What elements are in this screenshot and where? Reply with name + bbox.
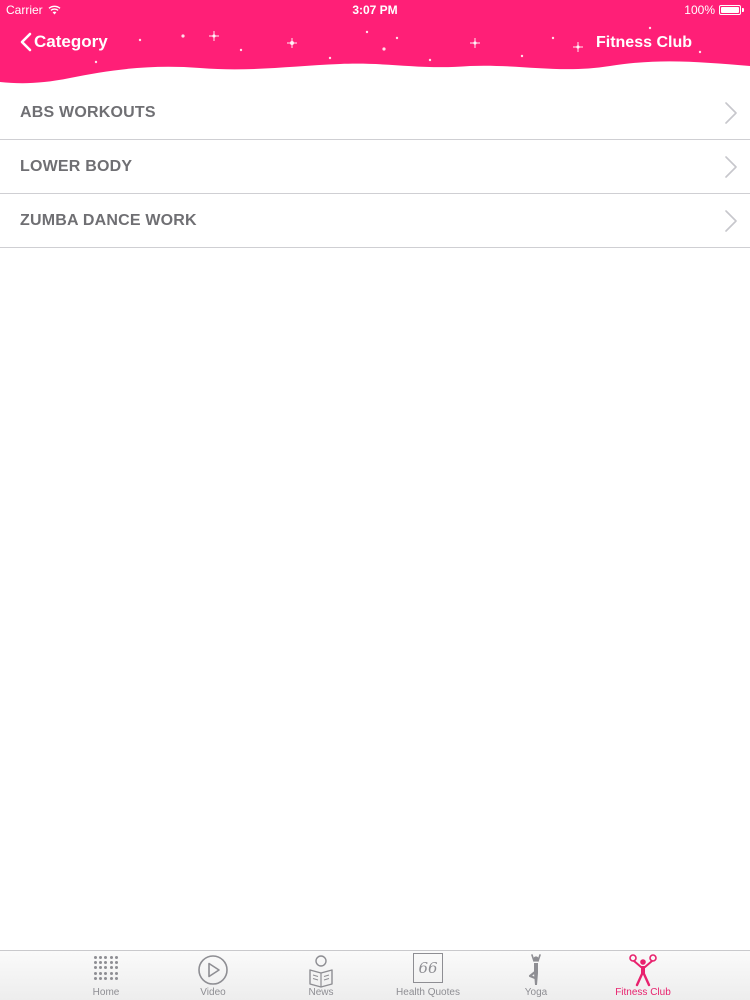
- yoga-pose-icon: [528, 954, 541, 985]
- tab-yoga[interactable]: Yoga: [482, 951, 590, 1000]
- battery-tip: [742, 8, 744, 12]
- tab-bar: Home Video News 66 Health Quotes Yoga Fi…: [0, 950, 750, 1000]
- back-button[interactable]: Category: [20, 32, 108, 52]
- tab-health-quotes[interactable]: 66 Health Quotes: [374, 951, 482, 1000]
- news-reader-icon: [309, 955, 333, 988]
- tab-label: Video: [200, 987, 226, 998]
- tab-fitness-club[interactable]: Fitness Club: [589, 951, 697, 1000]
- nav-header: Carrier 3:07 PM 100% Category Fitness Cl…: [0, 0, 750, 100]
- tab-label: Fitness Club: [615, 987, 671, 998]
- tab-video[interactable]: Video: [159, 951, 267, 1000]
- play-circle-icon: [198, 955, 228, 985]
- chevron-right-icon: [725, 156, 737, 178]
- list-item-abs-workouts[interactable]: ABS WORKOUTS: [0, 86, 750, 140]
- tab-label: Yoga: [524, 987, 548, 998]
- fitness-person-icon: [629, 954, 657, 987]
- back-button-label: Category: [34, 32, 108, 51]
- battery-level-fill: [721, 7, 739, 13]
- status-bar: Carrier 3:07 PM 100%: [0, 0, 750, 20]
- tab-news[interactable]: News: [267, 951, 375, 1000]
- tab-label: News: [308, 987, 334, 998]
- status-battery: 100%: [684, 3, 744, 17]
- home-dots-icon: [93, 955, 119, 981]
- tab-home[interactable]: Home: [52, 951, 160, 1000]
- list-item-lower-body[interactable]: LOWER BODY: [0, 140, 750, 194]
- chevron-left-icon: [20, 32, 32, 52]
- list-item-label: LOWER BODY: [20, 157, 133, 175]
- chevron-right-icon: [725, 210, 737, 232]
- app-screen: Carrier 3:07 PM 100% Category Fitness Cl…: [0, 0, 750, 1000]
- chevron-right-icon: [725, 102, 737, 124]
- status-time: 3:07 PM: [352, 3, 398, 17]
- list-item-label: ABS WORKOUTS: [20, 103, 156, 121]
- list-item-zumba-dance-work[interactable]: ZUMBA DANCE WORK: [0, 194, 750, 248]
- category-list: ABS WORKOUTS LOWER BODY ZUMBA DANCE WORK: [0, 86, 750, 248]
- tab-label: Health Quotes: [396, 987, 460, 998]
- list-item-label: ZUMBA DANCE WORK: [20, 211, 197, 229]
- page-title: Fitness Club: [595, 34, 692, 51]
- battery-icon: [719, 5, 741, 15]
- quote-icon: 66: [413, 953, 443, 983]
- battery-percent: 100%: [684, 3, 715, 17]
- tab-label: Home: [92, 987, 120, 998]
